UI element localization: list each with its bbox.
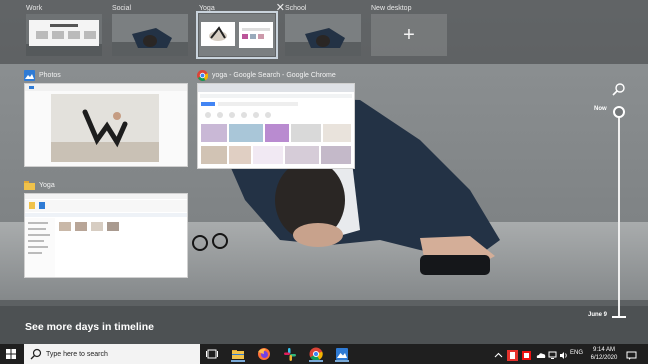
start-button[interactable]	[0, 344, 22, 364]
firefox-icon[interactable]	[255, 346, 273, 362]
chrome-icon	[197, 69, 209, 81]
window-thumbnail[interactable]	[24, 193, 188, 278]
timeline-scrollbar[interactable]	[618, 117, 620, 317]
desktop-preview	[26, 14, 102, 56]
search-placeholder: Type here to search	[46, 350, 108, 358]
new-desktop[interactable]: New desktop +	[371, 4, 447, 56]
virtual-desktops-bar: Work Social Yoga ✕ School New desktop +	[0, 0, 648, 64]
window-title: Yoga	[39, 181, 55, 189]
slack-icon[interactable]	[281, 346, 299, 362]
plus-icon: +	[403, 23, 415, 46]
window-chrome[interactable]: yoga - Google Search - Google Chrome	[197, 68, 355, 170]
pdf-app-icon[interactable]	[507, 348, 518, 361]
search-icon	[30, 348, 42, 360]
explorer-preview	[25, 194, 187, 277]
desktop-thumbnail[interactable]	[112, 14, 188, 56]
network-icon[interactable]	[547, 348, 558, 359]
task-view-icon[interactable]	[203, 346, 221, 362]
running-indicator	[231, 360, 245, 362]
timeline-search-icon[interactable]	[612, 83, 626, 97]
desktop-preview	[199, 14, 275, 56]
photo-preview	[25, 84, 187, 166]
desktop-social[interactable]: Social	[112, 4, 188, 56]
folder-icon	[24, 180, 35, 191]
close-desktop-icon[interactable]: ✕	[276, 3, 285, 14]
clock[interactable]: 9:14 AM 6/12/2020	[587, 346, 621, 362]
timeline-date-marker	[612, 316, 626, 318]
window-title-bar: Photos	[24, 68, 61, 82]
desktop-label: Social	[112, 5, 132, 12]
desktop-work[interactable]: Work	[26, 4, 102, 56]
window-title: Photos	[39, 71, 61, 79]
photos-icon	[24, 69, 35, 81]
window-file-explorer[interactable]: Yoga	[24, 178, 188, 279]
show-hidden-icons-chevron-icon[interactable]	[493, 348, 504, 359]
window-title: yoga - Google Search - Google Chrome	[212, 71, 336, 79]
running-indicator	[335, 360, 349, 362]
timeline-now-label: Now	[594, 106, 607, 112]
desktop-school[interactable]: School	[285, 4, 361, 56]
clock-time: 9:14 AM	[592, 347, 615, 353]
see-more-timeline-link[interactable]: See more days in timeline	[25, 321, 154, 333]
language-indicator[interactable]: ENG	[570, 350, 583, 356]
desktop-thumbnail[interactable]	[196, 11, 278, 59]
desktop-yoga[interactable]: Yoga ✕	[196, 3, 285, 59]
timeline-date-label: June 9	[588, 312, 608, 318]
app-tray-icon[interactable]	[521, 348, 532, 360]
timeline-scroll-handle[interactable]	[613, 106, 625, 118]
desktop-label: New desktop	[371, 5, 412, 12]
new-desktop-button[interactable]: +	[371, 14, 447, 56]
windows-logo-icon	[6, 349, 16, 359]
desktop-label: Work	[26, 5, 43, 12]
taskbar-search-box[interactable]: Type here to search	[24, 344, 200, 364]
onedrive-cloud-icon[interactable]	[535, 348, 546, 359]
desktop-preview	[112, 14, 188, 56]
window-title-bar: yoga - Google Search - Google Chrome	[197, 68, 336, 82]
window-title-bar: Yoga	[24, 178, 55, 192]
desktop-label: School	[285, 5, 307, 12]
window-photos[interactable]: Photos	[24, 68, 188, 168]
action-center-icon[interactable]	[626, 348, 637, 360]
photos-icon[interactable]	[333, 346, 351, 362]
running-indicator	[309, 360, 323, 362]
window-thumbnail[interactable]	[24, 83, 188, 167]
desktop-preview	[285, 14, 361, 56]
desktop-thumbnail[interactable]	[285, 14, 361, 56]
taskbar: Type here to search ENG 9:14 AM 6/12/202…	[0, 344, 648, 364]
clock-date: 6/12/2020	[590, 355, 618, 361]
desktop-label: Yoga	[199, 5, 215, 12]
volume-icon[interactable]	[558, 348, 569, 359]
desktop-thumbnail[interactable]	[26, 14, 102, 56]
file-explorer-icon[interactable]	[229, 346, 247, 362]
search-results-preview	[198, 84, 354, 168]
chrome-icon[interactable]	[307, 346, 325, 362]
window-thumbnail[interactable]	[197, 83, 355, 169]
